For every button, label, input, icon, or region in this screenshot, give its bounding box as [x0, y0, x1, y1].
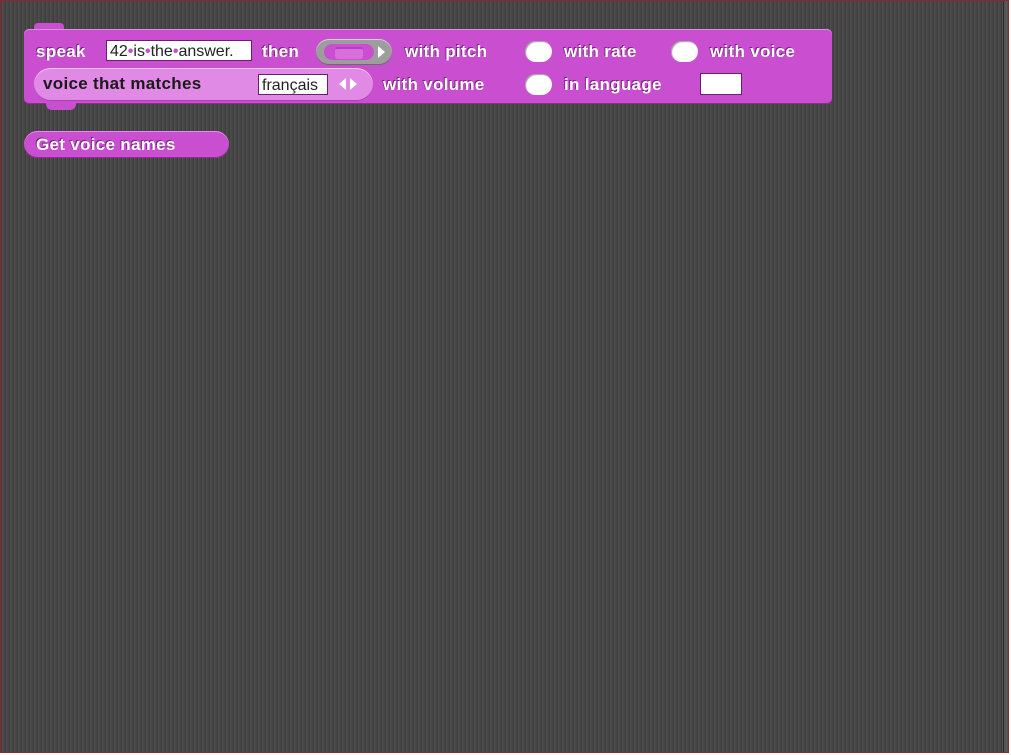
speak-text-part-4: answer. [178, 43, 234, 60]
ring-command-hole [335, 47, 363, 59]
scripting-area[interactable]: speak 42•is•the•answer. then with pitch … [0, 0, 1009, 753]
rate-input[interactable] [671, 41, 698, 62]
ring-inner [324, 44, 374, 60]
speak-text-part-3: the [150, 43, 173, 60]
with-voice-label: with voice [710, 42, 796, 61]
pitch-input[interactable] [525, 41, 552, 62]
scripts-scrollbar[interactable] [1003, 1, 1008, 752]
block-bottom-notch [46, 103, 76, 110]
with-rate-label: with rate [564, 42, 637, 61]
voice-name-value: français [262, 77, 319, 94]
with-volume-label: with volume [383, 75, 485, 94]
arrow-left-icon[interactable] [339, 78, 346, 90]
speak-text-part-1: 42 [110, 43, 128, 60]
then-label: then [262, 42, 300, 61]
arrow-right-icon[interactable] [350, 78, 357, 90]
then-command-ring-slot[interactable] [316, 39, 392, 65]
speak-command-block[interactable]: speak 42•is•the•answer. then with pitch … [24, 23, 832, 110]
speak-text-input[interactable]: 42•is•the•answer. [106, 40, 252, 61]
ring-expand-arrow-icon[interactable] [378, 46, 385, 58]
with-pitch-label: with pitch [405, 42, 488, 61]
speak-text-part-2: is [133, 43, 145, 60]
language-input[interactable] [700, 73, 742, 95]
voice-that-matches-reporter[interactable]: voice that matches français [34, 68, 373, 101]
get-voice-names-label: Get voice names [36, 135, 176, 154]
volume-input[interactable] [525, 74, 552, 95]
get-voice-names-reporter[interactable]: Get voice names [24, 131, 229, 158]
speak-label: speak [36, 42, 86, 61]
voice-name-input[interactable]: français [258, 74, 328, 95]
voice-that-matches-label: voice that matches [43, 74, 202, 93]
in-language-label: in language [564, 75, 662, 94]
